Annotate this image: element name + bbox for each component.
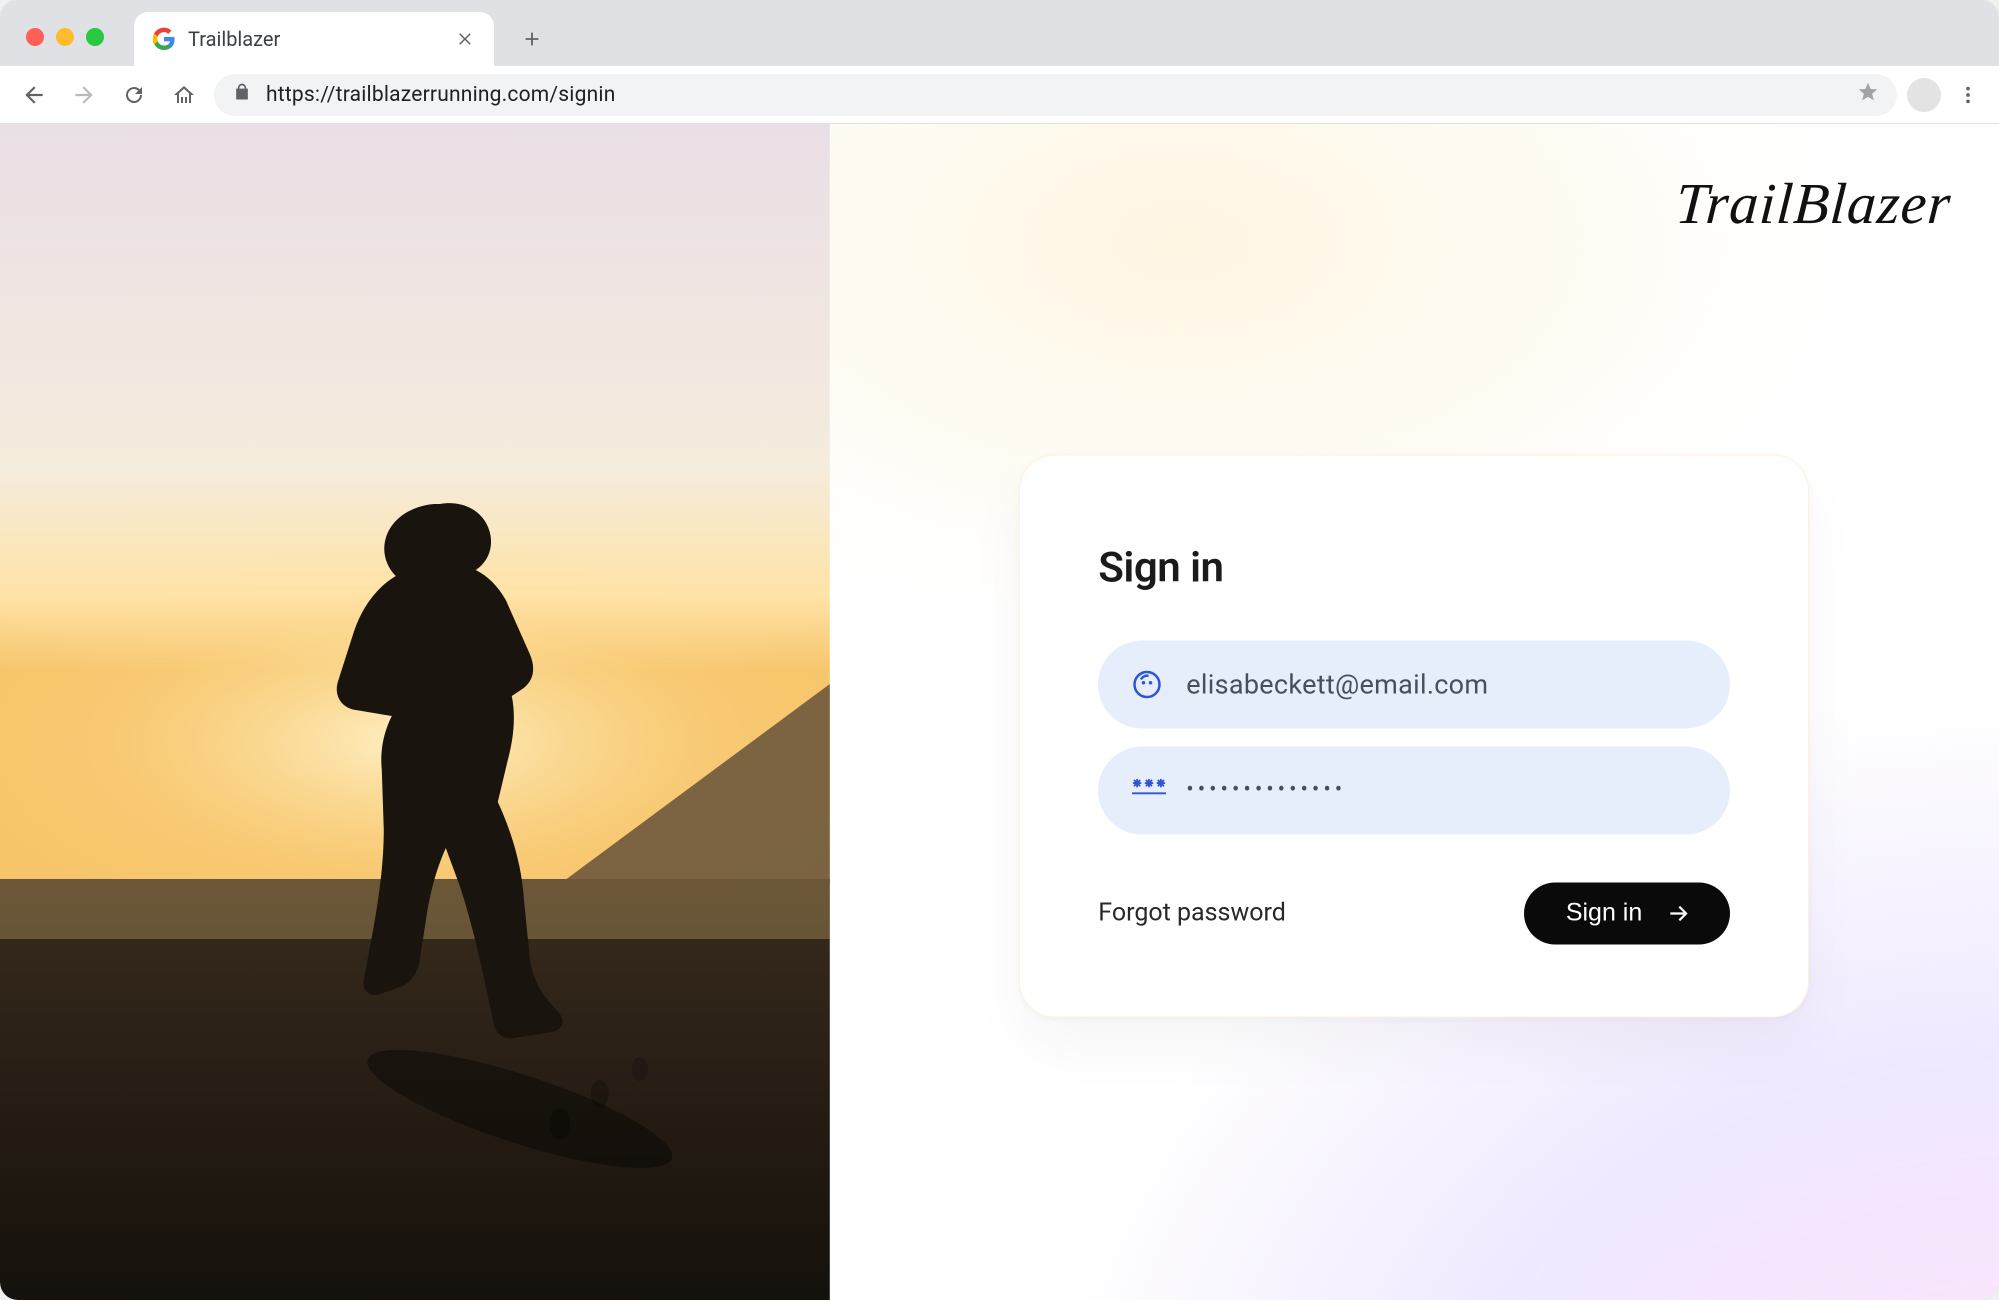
browser-toolbar: https://trailblazerrunning.com/signin	[0, 66, 1999, 124]
forward-button[interactable]	[64, 75, 104, 115]
bookmark-star-icon[interactable]	[1857, 81, 1879, 109]
signin-button-label: Sign in	[1566, 899, 1642, 928]
user-avatar-icon	[1132, 669, 1162, 699]
page-content: TrailBlazer Sign in	[0, 124, 1999, 1300]
signin-button[interactable]: Sign in	[1524, 882, 1730, 944]
window-close-button[interactable]	[26, 28, 44, 46]
address-bar[interactable]: https://trailblazerrunning.com/signin	[214, 74, 1897, 116]
signin-actions: Forgot password Sign in	[1098, 882, 1730, 944]
password-input[interactable]	[1186, 778, 1696, 803]
signin-panel: TrailBlazer Sign in	[830, 124, 1999, 1300]
signin-card: Sign in	[1019, 454, 1809, 1017]
hero-image	[0, 124, 830, 1300]
new-tab-button[interactable]	[512, 19, 552, 59]
arrow-right-icon	[1666, 900, 1692, 926]
browser-tab[interactable]: Trailblazer	[134, 12, 494, 66]
lock-icon	[232, 82, 252, 108]
home-button[interactable]	[164, 75, 204, 115]
email-field-wrapper[interactable]	[1098, 640, 1730, 728]
browser-menu-button[interactable]	[1951, 84, 1985, 106]
browser-window: Trailblazer https://trailblazerrunning.c…	[0, 0, 1999, 1300]
tab-strip: Trailblazer	[0, 0, 1999, 66]
password-field-wrapper[interactable]	[1098, 746, 1730, 834]
password-asterisks-icon	[1132, 775, 1162, 805]
signin-title: Sign in	[1098, 543, 1730, 592]
tab-title: Trailblazer	[188, 27, 444, 51]
back-button[interactable]	[14, 75, 54, 115]
window-minimize-button[interactable]	[56, 28, 74, 46]
favicon-google-icon	[152, 27, 176, 51]
email-input[interactable]	[1186, 668, 1696, 700]
url-text: https://trailblazerrunning.com/signin	[266, 83, 1843, 107]
forgot-password-link[interactable]: Forgot password	[1098, 899, 1286, 928]
tab-close-button[interactable]	[456, 29, 476, 49]
brand-logo: TrailBlazer	[1673, 170, 1953, 237]
window-maximize-button[interactable]	[86, 28, 104, 46]
profile-avatar[interactable]	[1907, 78, 1941, 112]
window-controls	[26, 28, 104, 46]
reload-button[interactable]	[114, 75, 154, 115]
